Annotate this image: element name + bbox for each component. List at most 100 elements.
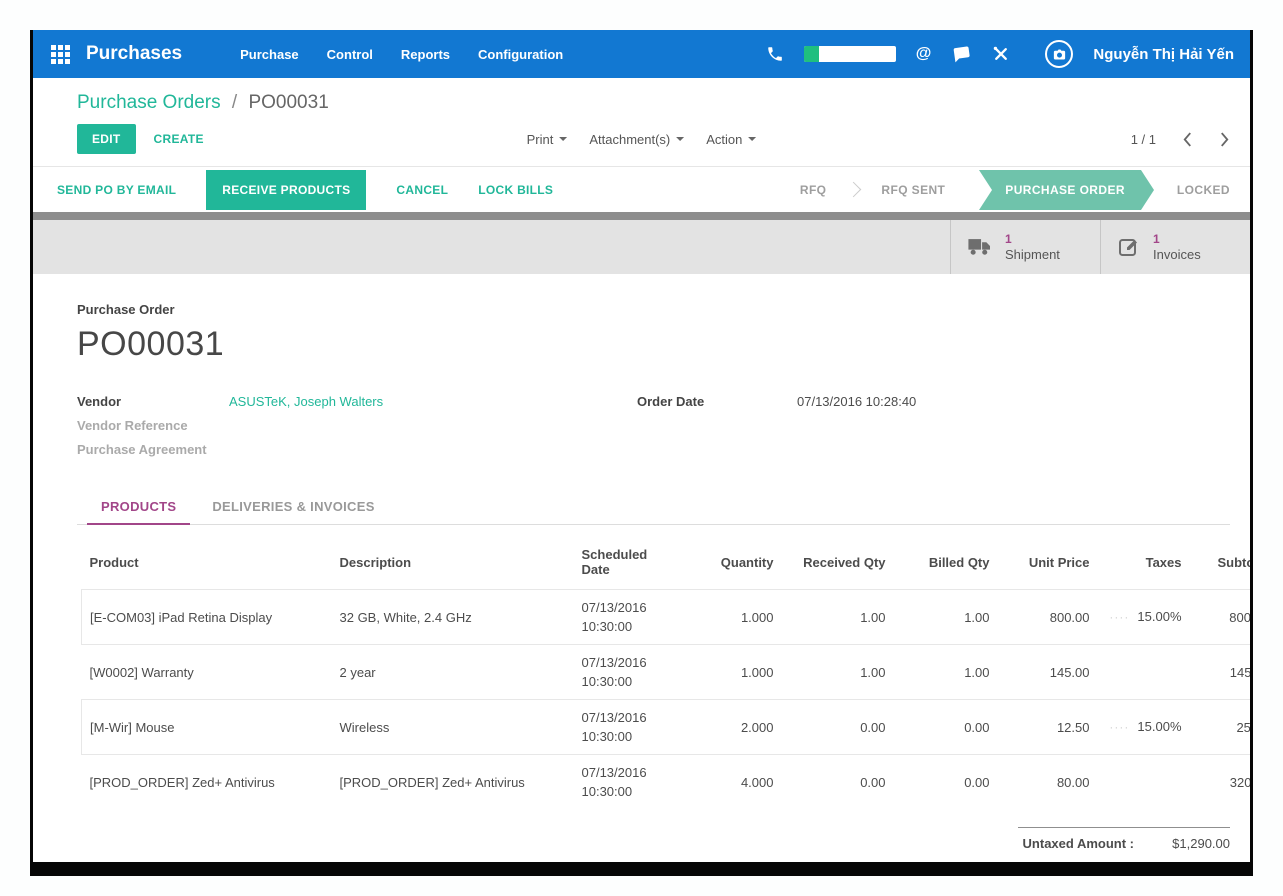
state-purchase-order[interactable]: PURCHASE ORDER [979,170,1141,210]
cell-taxes: 15.00% [1098,700,1190,755]
print-menu-label: Print [527,132,554,147]
cell-subtotal: 800.00 [1190,590,1254,645]
fields-right-column: Order Date 07/13/2016 10:28:40 [637,394,916,457]
cell-description: 32 GB, White, 2.4 GHz [332,590,574,645]
action-menu-label: Action [706,132,742,147]
tools-icon[interactable] [991,44,1011,64]
fields-left-column: Vendor ASUSTeK, Joseph Walters Vendor Re… [77,394,637,457]
apps-menu-icon[interactable] [51,45,70,64]
receive-products-button[interactable]: RECEIVE PRODUCTS [206,170,366,210]
cell-received-qty: 1.00 [782,590,894,645]
phone-icon[interactable] [766,45,784,63]
purchase-agreement-value [229,442,637,457]
statusbar-actions: SEND PO BY EMAIL RECEIVE PRODUCTS CANCEL… [57,170,553,210]
table-row[interactable]: [PROD_ORDER] Zed+ Antivirus [PROD_ORDER]… [82,755,1254,810]
order-lines-table-wrap: Product Description Scheduled Date Quant… [77,525,1230,809]
cell-product: [PROD_ORDER] Zed+ Antivirus [82,755,332,810]
edit-button[interactable]: EDIT [77,124,136,154]
state-locked[interactable]: LOCKED [1157,170,1250,210]
tab-deliveries-invoices[interactable]: DELIVERIES & INVOICES [198,489,388,525]
cell-description: Wireless [332,700,574,755]
col-scheduled-date: Scheduled Date [574,539,686,590]
cell-unit-price: 12.50 [998,700,1098,755]
cell-received-qty: 0.00 [782,755,894,810]
cell-scheduled-date: 07/13/2016 10:30:00 [574,590,686,645]
action-menu[interactable]: Action [706,132,756,147]
po-title: PO00031 [77,325,1230,364]
shipment-label: Shipment [1005,247,1060,262]
pager-next-icon[interactable] [1219,131,1230,148]
tab-products[interactable]: PRODUCTS [87,489,190,525]
breadcrumb-current: PO00031 [248,92,328,113]
at-icon[interactable] [916,45,932,63]
screen: Purchases Purchase Control Reports Confi… [0,0,1283,896]
untaxed-amount-value: $1,290.00 [1134,836,1230,851]
taxes-row: Taxes : $123.75 [1018,856,1230,876]
breadcrumb-separator: / [232,92,237,113]
menu-purchase[interactable]: Purchase [240,47,299,62]
sheet-label: Purchase Order [77,302,1230,317]
invoices-smart-button[interactable]: 1 Invoices [1100,220,1250,274]
user-name[interactable]: Nguyễn Thị Hải Yến [1093,46,1234,63]
state-rfq-sent[interactable]: RFQ SENT [861,170,965,210]
pager-previous-icon[interactable] [1182,131,1193,148]
attachments-menu-label: Attachment(s) [589,132,670,147]
breadcrumb-parent[interactable]: Purchase Orders [77,92,221,113]
cell-subtotal: 25.00 [1190,700,1254,755]
cell-description: 2 year [332,645,574,700]
taxes-value: $123.75 [1134,861,1230,876]
menu-reports[interactable]: Reports [401,47,450,62]
cell-quantity: 1.000 [686,590,782,645]
chevron-down-icon [676,137,684,141]
table-row[interactable]: [E-COM03] iPad Retina Display 32 GB, Whi… [82,590,1254,645]
invoices-count: 1 [1153,232,1201,247]
shipment-smart-button[interactable]: 1 Shipment [950,220,1100,274]
top-navbar: Purchases Purchase Control Reports Confi… [33,30,1250,78]
form-sheet: Purchase Order PO00031 Vendor ASUSTeK, J… [33,274,1250,876]
state-rfq[interactable]: RFQ [780,170,847,210]
vendor-link[interactable]: ASUSTeK, Joseph Walters [229,394,383,409]
cell-received-qty: 1.00 [782,645,894,700]
cancel-button[interactable]: CANCEL [396,183,448,197]
user-avatar[interactable] [1045,40,1073,68]
main-menu: Purchase Control Reports Configuration [240,47,563,62]
col-taxes: Taxes [1098,539,1190,590]
taxes-label: Taxes : [1090,861,1134,876]
chat-icon[interactable] [951,44,971,64]
cell-taxes [1098,645,1190,700]
cell-scheduled-date: 07/13/2016 10:30:00 [574,700,686,755]
lock-bills-button[interactable]: LOCK BILLS [478,183,553,197]
cell-description: [PROD_ORDER] Zed+ Antivirus [332,755,574,810]
order-date-label: Order Date [637,394,797,409]
menu-configuration[interactable]: Configuration [478,47,563,62]
divider-strip [33,212,1250,220]
chevron-right-icon [846,182,862,198]
status-pipeline: RFQ RFQ SENT PURCHASE ORDER LOCKED [780,170,1250,210]
order-date-value: 07/13/2016 10:28:40 [797,394,916,409]
cell-scheduled-date: 07/13/2016 10:30:00 [574,645,686,700]
table-row[interactable]: [W0002] Warranty 2 year 07/13/2016 10:30… [82,645,1254,700]
cell-scheduled-date: 07/13/2016 10:30:00 [574,755,686,810]
order-lines-table: Product Description Scheduled Date Quant… [81,539,1253,809]
col-received-qty: Received Qty [782,539,894,590]
attachments-menu[interactable]: Attachment(s) [589,132,684,147]
menu-control[interactable]: Control [327,47,373,62]
activity-gauge[interactable] [804,46,896,62]
cell-taxes: 15.00% [1098,590,1190,645]
table-row[interactable]: [M-Wir] Mouse Wireless 07/13/2016 10:30:… [82,700,1254,755]
print-menu[interactable]: Print [527,132,568,147]
cell-unit-price: 80.00 [998,755,1098,810]
truck-icon [967,237,993,257]
col-product: Product [82,539,332,590]
cell-billed-qty: 1.00 [894,590,998,645]
send-po-by-email-button[interactable]: SEND PO BY EMAIL [57,183,176,197]
cell-subtotal: 320.00 [1190,755,1254,810]
cell-quantity: 1.000 [686,645,782,700]
control-panel: EDIT CREATE Print Attachment(s) Action 1… [33,114,1250,166]
app-name[interactable]: Purchases [86,43,182,65]
create-button[interactable]: CREATE [154,132,204,146]
cell-product: [M-Wir] Mouse [82,700,332,755]
tags-ellipsis-icon [1109,719,1137,734]
cell-billed-qty: 0.00 [894,700,998,755]
vendor-label: Vendor [77,394,229,409]
